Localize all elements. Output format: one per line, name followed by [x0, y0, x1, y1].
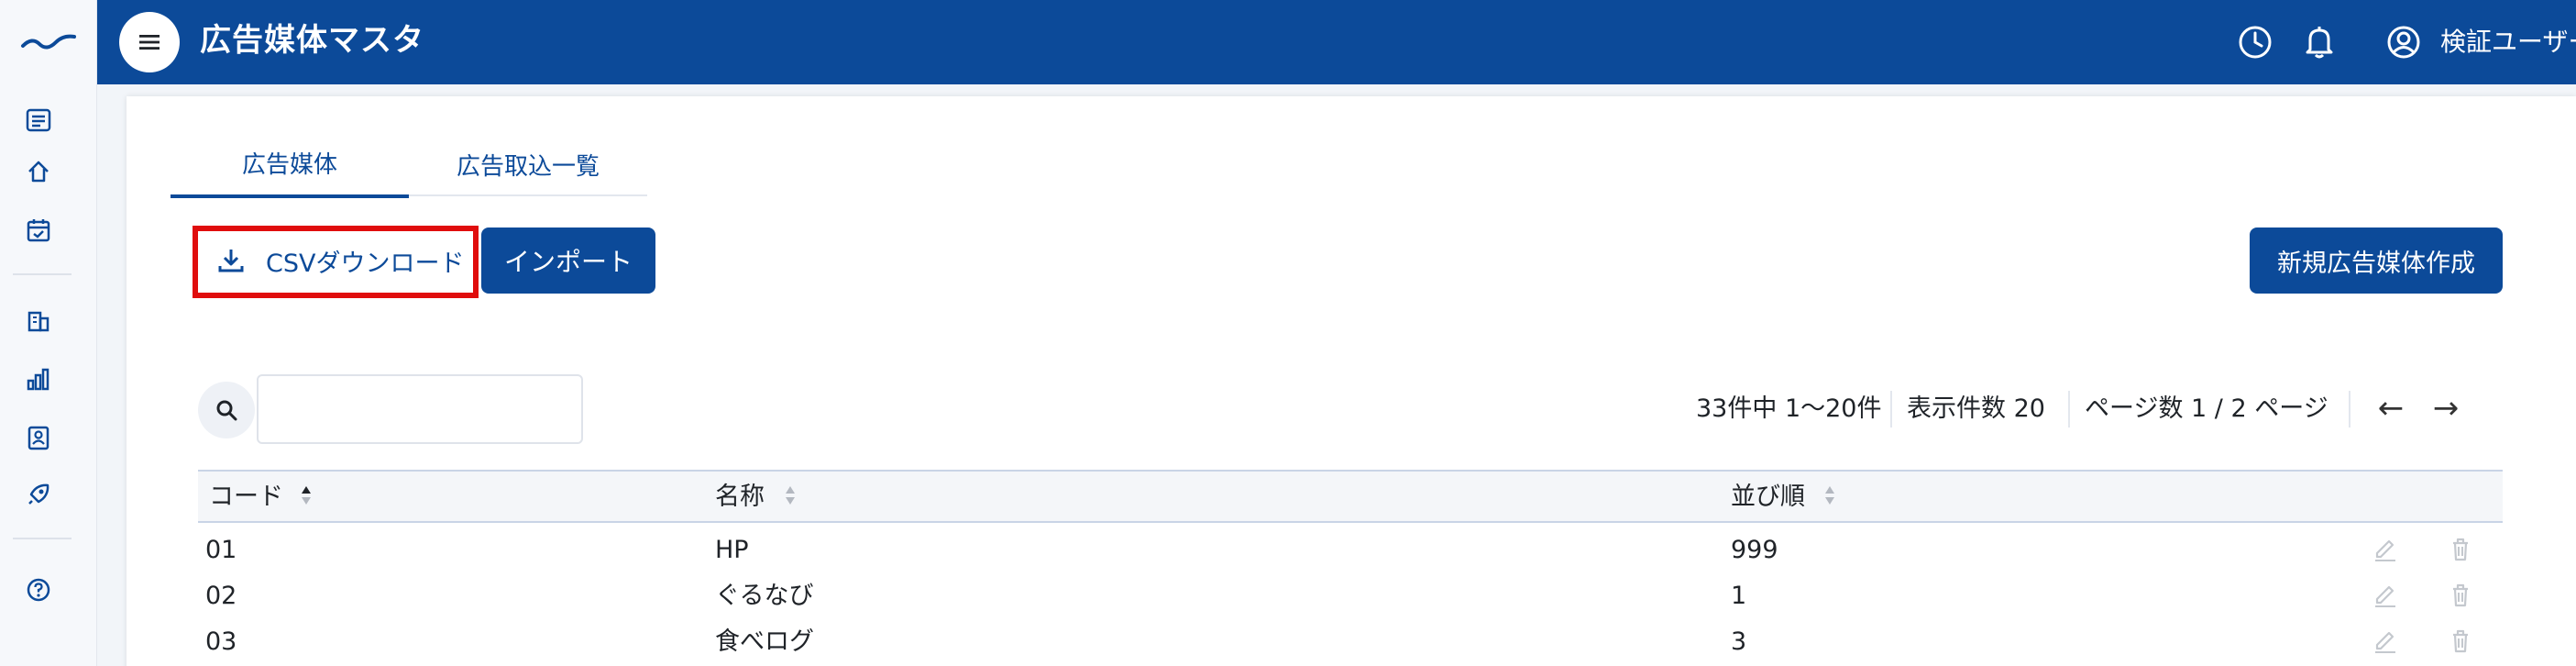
hamburger-menu-button[interactable]	[119, 12, 180, 72]
help-icon[interactable]	[25, 576, 52, 604]
edit-pencil-icon[interactable]	[2369, 532, 2402, 565]
page-size-select[interactable]: 表示件数 20	[1907, 391, 2045, 427]
page-info: ページ数 1 / 2 ページ	[2085, 394, 2328, 423]
import-button[interactable]: インポート	[481, 228, 655, 294]
edit-pencil-icon[interactable]	[2369, 578, 2402, 611]
csv-download-button[interactable]: CSVダウンロード	[196, 228, 473, 294]
sort-icon[interactable]	[783, 483, 798, 512]
sidebar-divider	[13, 538, 72, 539]
bell-icon[interactable]	[2299, 22, 2339, 62]
csv-download-label: CSVダウンロード	[266, 249, 465, 278]
column-header-name[interactable]: 名称	[715, 479, 765, 516]
cell-code: 02	[205, 582, 237, 610]
page-title: 広告媒体マスタ	[200, 22, 424, 59]
column-header-code[interactable]: コード	[209, 479, 283, 516]
delete-trash-icon[interactable]	[2444, 578, 2477, 611]
logo-icon[interactable]	[0, 0, 97, 84]
hamburger-icon	[139, 35, 160, 50]
prev-page-button[interactable]: ←	[2371, 385, 2411, 431]
delete-trash-icon[interactable]	[2444, 532, 2477, 565]
contact-card-icon[interactable]	[25, 424, 52, 451]
cell-name: 食べログ	[715, 627, 814, 656]
sort-asc-icon[interactable]	[299, 483, 314, 512]
cell-code: 03	[205, 627, 237, 656]
list-icon[interactable]	[25, 106, 52, 134]
pager-divider	[1890, 391, 1892, 427]
user-account-icon[interactable]	[2383, 22, 2424, 62]
cell-name: ぐるなび	[715, 582, 814, 610]
delete-trash-icon[interactable]	[2444, 624, 2477, 657]
table-header	[198, 470, 2503, 523]
bar-chart-icon[interactable]	[25, 365, 52, 393]
calendar-check-icon[interactable]	[25, 216, 52, 244]
tab-ad-media[interactable]: 広告媒体	[171, 130, 409, 198]
search-button[interactable]	[198, 382, 255, 438]
next-page-button[interactable]: →	[2426, 385, 2466, 431]
app-header: 広告媒体マスタ 検証ユーザー	[97, 0, 2576, 84]
history-clock-icon[interactable]	[2235, 22, 2275, 62]
pager-divider	[2068, 391, 2070, 427]
cell-code: 01	[205, 536, 237, 564]
sidebar-divider	[13, 273, 72, 275]
sort-icon[interactable]	[1822, 483, 1837, 512]
column-header-order[interactable]: 並び順	[1731, 479, 1805, 516]
search-icon	[216, 400, 237, 421]
rocket-icon[interactable]	[25, 481, 52, 508]
search-input[interactable]	[257, 374, 583, 444]
tabs-underline	[409, 194, 647, 196]
cell-name: HP	[715, 536, 749, 564]
building-icon[interactable]	[25, 306, 52, 334]
record-count: 33件中 1〜20件	[1696, 394, 1882, 423]
cell-order: 1	[1731, 582, 1747, 610]
new-ad-media-button[interactable]: 新規広告媒体作成	[2250, 228, 2503, 294]
cell-order: 999	[1731, 536, 1778, 564]
pager-divider	[2349, 391, 2350, 427]
cell-order: 3	[1731, 627, 1747, 656]
sidebar	[0, 0, 97, 666]
edit-pencil-icon[interactable]	[2369, 624, 2402, 657]
user-name[interactable]: 検証ユーザー	[2440, 22, 2576, 62]
download-icon	[215, 244, 248, 277]
tab-ad-import-list[interactable]: 広告取込一覧	[409, 130, 647, 198]
home-icon[interactable]	[25, 158, 52, 185]
